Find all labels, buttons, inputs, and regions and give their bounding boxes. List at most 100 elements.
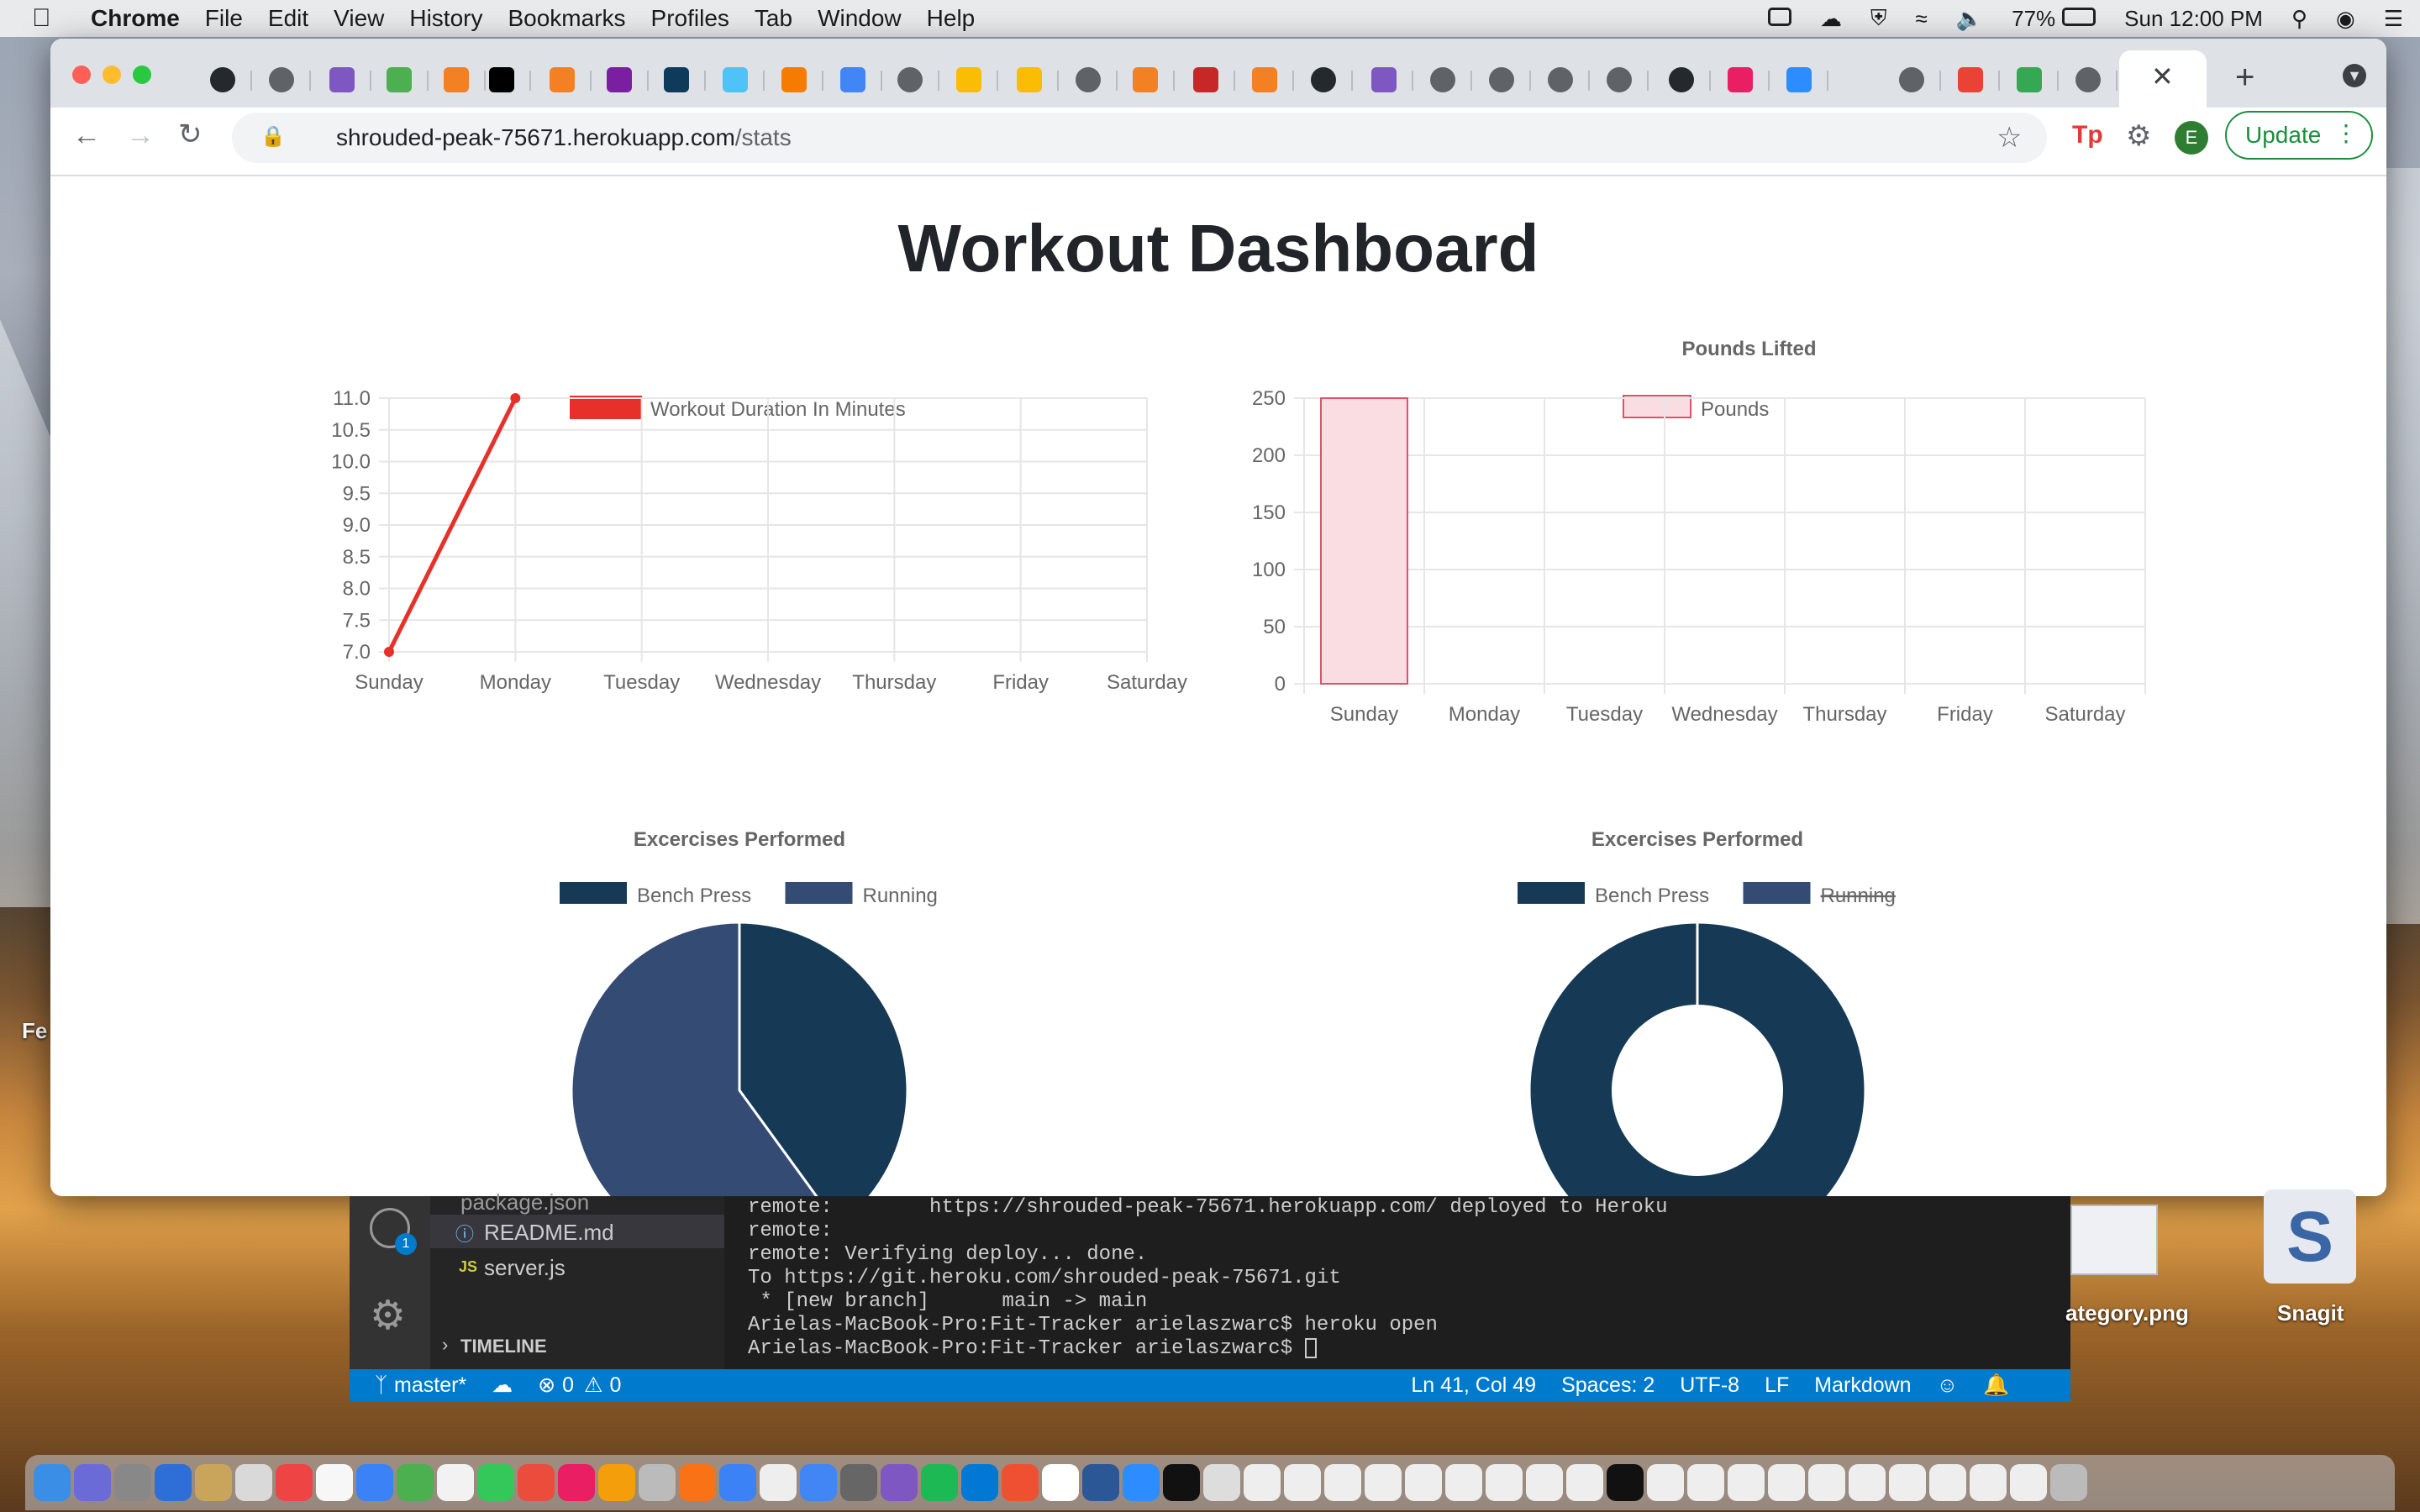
dock-app-icon[interactable]: [1042, 1464, 1079, 1501]
dock-app-icon[interactable]: [1728, 1464, 1765, 1501]
dock-app-icon[interactable]: [1849, 1464, 1886, 1501]
desktop-file-label[interactable]: ategory.png: [2065, 1300, 2189, 1326]
spotlight-search-icon[interactable]: ⚲: [2291, 6, 2307, 32]
dock-app-icon[interactable]: [477, 1464, 514, 1501]
dock-app-icon[interactable]: [1526, 1464, 1563, 1501]
branch-name[interactable]: master*: [394, 1373, 466, 1398]
settings-gear-icon[interactable]: ⚙: [370, 1292, 406, 1339]
globe-favicon-icon[interactable]: [2075, 67, 2101, 92]
globe-favicon-icon[interactable]: [1076, 67, 1101, 92]
encoding[interactable]: UTF-8: [1680, 1373, 1739, 1398]
heroku-favicon-icon[interactable]: [329, 67, 355, 92]
dock-app-icon[interactable]: [679, 1464, 716, 1501]
meet-favicon-icon[interactable]: [2017, 67, 2042, 92]
minimize-window-button[interactable]: [103, 66, 121, 84]
close-tab-icon[interactable]: ✕: [2151, 60, 2174, 92]
dock-app-icon[interactable]: [1203, 1464, 1240, 1501]
dock-app-icon[interactable]: [316, 1464, 353, 1501]
google-favicon-icon[interactable]: [840, 67, 865, 92]
dock-app-icon[interactable]: [1607, 1464, 1644, 1501]
maximize-window-button[interactable]: [133, 66, 151, 84]
notifications-bell-icon[interactable]: 🔔: [1983, 1373, 2009, 1398]
menu-edit[interactable]: Edit: [268, 5, 308, 32]
dock-app-icon[interactable]: [276, 1464, 313, 1501]
file-item-readme[interactable]: README.md: [484, 1220, 614, 1246]
volume-icon[interactable]: 🔈: [1956, 6, 1983, 32]
app-favicon-icon[interactable]: [1193, 67, 1218, 92]
menu-profiles[interactable]: Profiles: [651, 5, 729, 32]
menu-window[interactable]: Window: [818, 5, 902, 32]
cloud-icon[interactable]: ☁: [1820, 6, 1842, 32]
dock-app-icon[interactable]: [1445, 1464, 1482, 1501]
globe-favicon-icon[interactable]: [1899, 67, 1924, 92]
dock-app-icon[interactable]: [1566, 1464, 1603, 1501]
globe-favicon-icon[interactable]: [1489, 67, 1514, 92]
reload-icon[interactable]: ↻: [178, 118, 203, 151]
dev-favicon-icon[interactable]: [489, 67, 514, 92]
dock-app-icon[interactable]: [719, 1464, 756, 1501]
slides-favicon-icon[interactable]: [956, 67, 981, 92]
chevron-right-icon[interactable]: ›: [442, 1334, 448, 1356]
dock-app-icon[interactable]: [114, 1464, 151, 1501]
globe-favicon-icon[interactable]: [269, 67, 294, 92]
error-count[interactable]: 0: [562, 1373, 574, 1398]
snagit-app-icon[interactable]: S: [2264, 1189, 2356, 1284]
sync-icon[interactable]: ☁: [492, 1373, 513, 1398]
menu-view[interactable]: View: [334, 5, 384, 32]
dock-app-icon[interactable]: [2010, 1464, 2047, 1501]
dock-app-icon[interactable]: [1929, 1464, 1966, 1501]
github-favicon-icon[interactable]: [1311, 67, 1336, 92]
bookmark-star-icon[interactable]: ☆: [1996, 121, 2022, 155]
extension-tp-icon[interactable]: Tp: [2072, 121, 2103, 150]
close-window-button[interactable]: [72, 66, 91, 84]
errors-icon[interactable]: ⊗: [538, 1373, 555, 1398]
feedback-icon[interactable]: ☺: [1937, 1373, 1959, 1398]
url-text[interactable]: shrouded-peak-75671.herokuapp.com/stats: [336, 124, 792, 151]
snagit-label[interactable]: Snagit: [2277, 1300, 2344, 1326]
dock-app-icon[interactable]: [921, 1464, 958, 1501]
apple-menu-icon[interactable]: : [32, 4, 66, 33]
dock-app-icon[interactable]: [1244, 1464, 1281, 1501]
mongodb-favicon-icon[interactable]: [387, 67, 412, 92]
dock-app-icon[interactable]: [34, 1464, 71, 1501]
gmail-favicon-icon[interactable]: [1958, 67, 1983, 92]
stackoverflow-favicon-icon[interactable]: [1133, 67, 1158, 92]
menubar-clock[interactable]: Sun 12:00 PM: [2124, 6, 2263, 32]
dock-app-icon[interactable]: [558, 1464, 595, 1501]
stackoverflow-favicon-icon[interactable]: [550, 67, 575, 92]
zoom-favicon-icon[interactable]: [1786, 67, 1812, 92]
dock-app-icon[interactable]: [961, 1464, 998, 1501]
github-favicon-icon[interactable]: [210, 67, 235, 92]
siri-icon[interactable]: ◉: [2336, 6, 2355, 32]
stackoverflow-favicon-icon[interactable]: [1252, 67, 1277, 92]
app-favicon-icon[interactable]: [723, 67, 748, 92]
globe-favicon-icon[interactable]: [1430, 67, 1455, 92]
dock-app-icon[interactable]: [155, 1464, 192, 1501]
file-item-server-js[interactable]: server.js: [484, 1255, 566, 1281]
dock-app-icon[interactable]: [760, 1464, 797, 1501]
forward-icon[interactable]: →: [126, 119, 155, 152]
menu-bookmarks[interactable]: Bookmarks: [508, 5, 625, 32]
active-tab[interactable]: ✕: [2119, 50, 2207, 108]
warning-count[interactable]: 0: [609, 1373, 621, 1398]
menu-help[interactable]: Help: [927, 5, 976, 32]
dock-app-icon[interactable]: [598, 1464, 635, 1501]
menu-history[interactable]: History: [409, 5, 482, 32]
branch-icon[interactable]: ᛉ: [375, 1373, 387, 1398]
profile-avatar[interactable]: E: [2175, 121, 2208, 155]
menu-app-name[interactable]: Chrome: [91, 5, 180, 32]
timeline-section[interactable]: TIMELINE: [460, 1336, 547, 1357]
slack-favicon-icon[interactable]: [1728, 67, 1753, 92]
warning-icon[interactable]: ⚠: [584, 1373, 602, 1398]
update-button[interactable]: Update ⋮: [2225, 111, 2373, 160]
terminal-panel[interactable]: remote: https://shrouded-peak-75671.hero…: [748, 1196, 2059, 1369]
language-mode[interactable]: Markdown: [1814, 1373, 1911, 1398]
dock-app-icon[interactable]: [639, 1464, 676, 1501]
dock-app-icon[interactable]: [1163, 1464, 1200, 1501]
dock-app-icon[interactable]: [1768, 1464, 1805, 1501]
dock-app-icon[interactable]: [1405, 1464, 1442, 1501]
dock-app-icon[interactable]: [881, 1464, 918, 1501]
desktop-file-thumbnail[interactable]: [2070, 1205, 2158, 1275]
github-favicon-icon[interactable]: [1669, 67, 1694, 92]
heroku-favicon-icon[interactable]: [1371, 67, 1397, 92]
